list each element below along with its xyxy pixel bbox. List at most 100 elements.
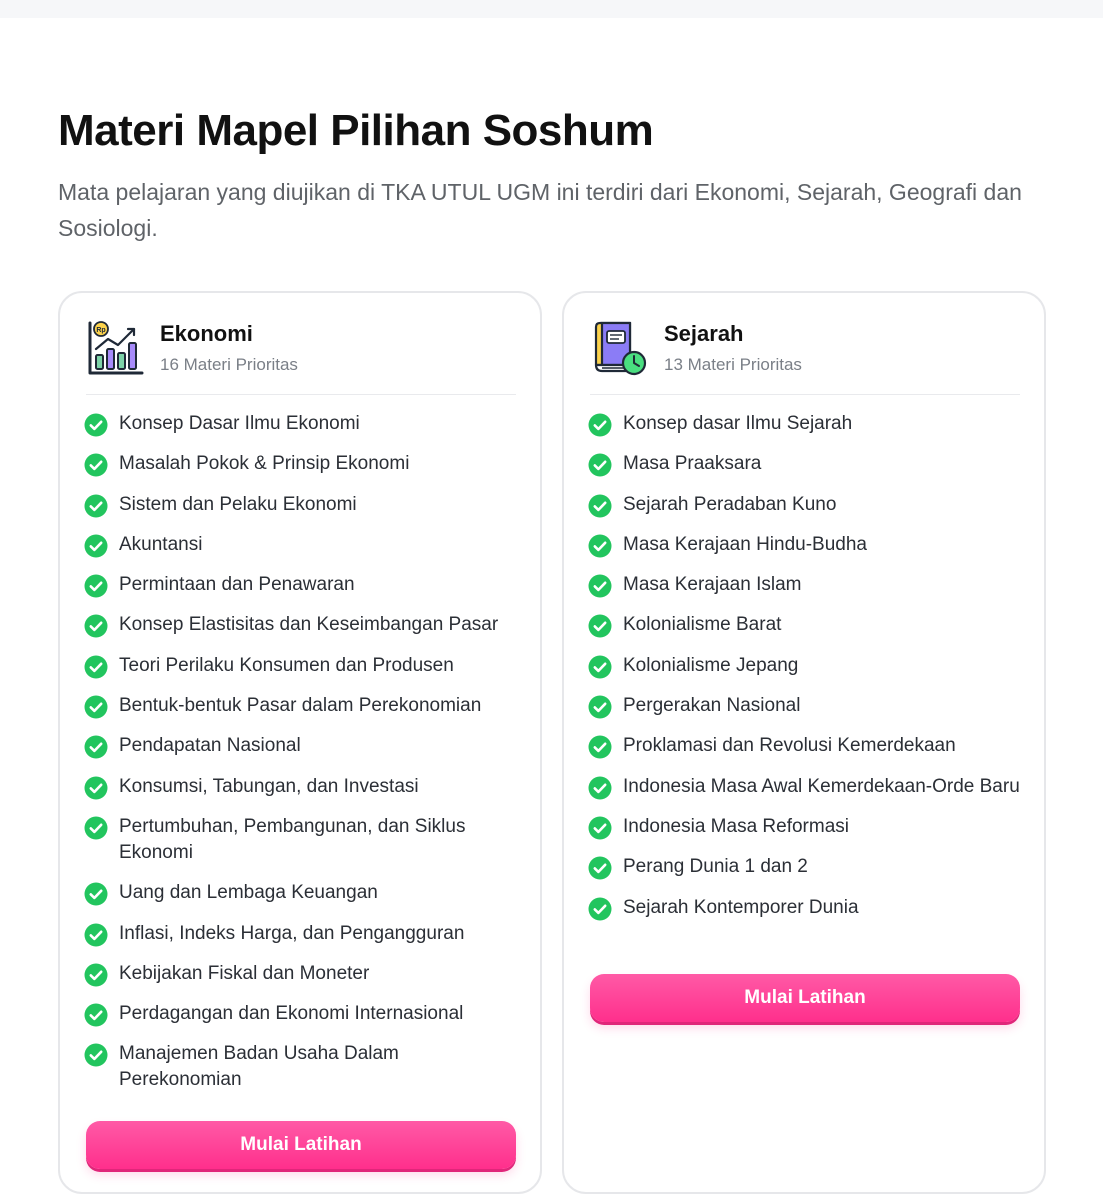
history-book-clock-icon [590,319,648,377]
topic-label: Konsep Dasar Ilmu Ekonomi [119,413,360,434]
check-circle-icon [588,534,612,558]
subject-card-ekonomi: Rp Ekonomi 16 Materi Prioritas Konsep Da… [58,291,542,1194]
topic-label: Perdagangan dan Ekonomi Internasional [119,1003,464,1025]
topic-label: Masa Kerajaan Hindu-Budha [623,533,867,555]
mulai-latihan-button-sejarah[interactable]: Mulai Latihan [590,974,1020,1022]
check-circle-icon [588,574,612,598]
topic-item: Konsep dasar Ilmu Sejarah [588,411,1028,437]
topic-item: Permintaan dan Penawaran [84,572,524,598]
check-circle-icon [84,1043,108,1067]
mulai-latihan-button-ekonomi[interactable]: Mulai Latihan [86,1121,516,1169]
check-circle-icon [588,897,612,921]
topic-item: Indonesia Masa Awal Kemerdekaan-Orde Bar… [588,774,1028,800]
topic-item: Indonesia Masa Reformasi [588,814,1028,840]
topic-item: Akuntansi [84,532,524,558]
topic-label: Uang dan Lembaga Keuangan [119,882,378,904]
materi-section: Materi Mapel Pilihan Soshum Mata pelajar… [58,104,1048,246]
topic-item: Perdagangan dan Ekonomi Internasional [84,1001,524,1027]
economy-chart-icon: Rp [86,319,144,377]
topic-label: Perang Dunia 1 dan 2 [623,856,808,878]
topic-item: Masa Kerajaan Islam [588,572,1028,598]
topic-list: Konsep dasar Ilmu Sejarah Masa Praaksara S… [588,411,1028,935]
topic-label: Masa Praaksara [623,453,762,475]
topic-item: Sejarah Peradaban Kuno [588,492,1028,518]
check-circle-icon [84,695,108,719]
topic-item: Konsep Elastisitas dan Keseimbangan Pasa… [84,612,524,638]
topic-label: Konsep dasar Ilmu Sejarah [623,413,853,434]
topic-label: Indonesia Masa Reformasi [623,815,849,837]
subject-card-sejarah: Sejarah 13 Materi Prioritas Konsep dasar… [562,291,1046,1194]
card-header: Sejarah 13 Materi Prioritas [590,319,1020,397]
check-circle-icon [84,453,108,477]
card-title: Ekonomi [160,321,253,346]
topic-label: Konsep Elastisitas dan Keseimbangan Pasa… [119,614,499,636]
topic-item: Pertumbuhan, Pembangunan, dan Siklus Eko… [84,814,524,866]
check-circle-icon [588,776,612,800]
topic-label: Teori Perilaku Konsumen dan Produsen [119,654,454,676]
check-circle-icon [84,882,108,906]
check-circle-icon [588,816,612,840]
check-circle-icon [84,574,108,598]
check-circle-icon [588,413,612,437]
topic-label: Kebijakan Fiskal dan Moneter [119,962,370,984]
check-circle-icon [84,413,108,437]
check-circle-icon [84,655,108,679]
card-count: 16 Materi Prioritas [160,355,298,374]
check-circle-icon [84,816,108,840]
topic-item: Perang Dunia 1 dan 2 [588,854,1028,880]
topic-item: Masalah Pokok & Prinsip Ekonomi [84,451,524,477]
topic-label: Sejarah Kontemporer Dunia [623,896,859,918]
topic-item: Sejarah Kontemporer Dunia [588,895,1028,921]
check-circle-icon [588,494,612,518]
topic-item: Manajemen Badan Usaha Dalam Perekonomian [84,1041,524,1093]
check-circle-icon [588,695,612,719]
topic-label: Bentuk-bentuk Pasar dalam Perekonomian [119,695,482,717]
topic-label: Indonesia Masa Awal Kemerdekaan-Orde Bar… [623,775,1020,797]
check-circle-icon [84,923,108,947]
topic-label: Pergerakan Nasional [623,695,801,717]
check-circle-icon [84,1003,108,1027]
topic-label: Pendapatan Nasional [119,735,301,757]
card-count: 13 Materi Prioritas [664,355,802,374]
check-circle-icon [588,856,612,880]
check-circle-icon [84,614,108,638]
card-title: Sejarah [664,321,744,346]
topic-item: Teori Perilaku Konsumen dan Produsen [84,653,524,679]
topic-item: Kolonialisme Jepang [588,653,1028,679]
topic-label: Masalah Pokok & Prinsip Ekonomi [119,453,410,475]
card-divider [590,394,1020,395]
check-circle-icon [84,735,108,759]
card-header: Rp Ekonomi 16 Materi Prioritas [86,319,516,397]
card-divider [86,394,516,395]
topic-label: Kolonialisme Barat [623,614,782,636]
topic-list: Konsep Dasar Ilmu Ekonomi Masalah Pokok &… [84,411,524,1108]
check-circle-icon [84,963,108,987]
topic-item: Konsumsi, Tabungan, dan Investasi [84,774,524,800]
topic-item: Uang dan Lembaga Keuangan [84,880,524,906]
page-title: Materi Mapel Pilihan Soshum [58,106,654,155]
topic-label: Pertumbuhan, Pembangunan, dan Siklus Eko… [119,815,466,863]
svg-text:Rp: Rp [96,327,105,334]
topic-item: Pergerakan Nasional [588,693,1028,719]
check-circle-icon [588,655,612,679]
topic-label: Konsumsi, Tabungan, dan Investasi [119,775,419,797]
topic-label: Kolonialisme Jepang [623,654,799,676]
check-circle-icon [588,453,612,477]
check-circle-icon [84,494,108,518]
topic-item: Bentuk-bentuk Pasar dalam Perekonomian [84,693,524,719]
topic-item: Inflasi, Indeks Harga, dan Pengangguran [84,921,524,947]
topic-item: Kebijakan Fiskal dan Moneter [84,961,524,987]
topic-label: Sistem dan Pelaku Ekonomi [119,493,357,515]
topic-item: Proklamasi dan Revolusi Kemerdekaan [588,733,1028,759]
topic-item: Masa Kerajaan Hindu-Budha [588,532,1028,558]
topic-item: Pendapatan Nasional [84,733,524,759]
topic-item: Masa Praaksara [588,451,1028,477]
check-circle-icon [588,735,612,759]
topic-label: Proklamasi dan Revolusi Kemerdekaan [623,735,956,757]
topic-item: Sistem dan Pelaku Ekonomi [84,492,524,518]
check-circle-icon [84,534,108,558]
topic-label: Masa Kerajaan Islam [623,574,802,596]
page-subtitle: Mata pelajaran yang diujikan di TKA UTUL… [58,179,1022,241]
topic-item: Kolonialisme Barat [588,612,1028,638]
topic-label: Manajemen Badan Usaha Dalam Perekonomian [119,1043,399,1091]
